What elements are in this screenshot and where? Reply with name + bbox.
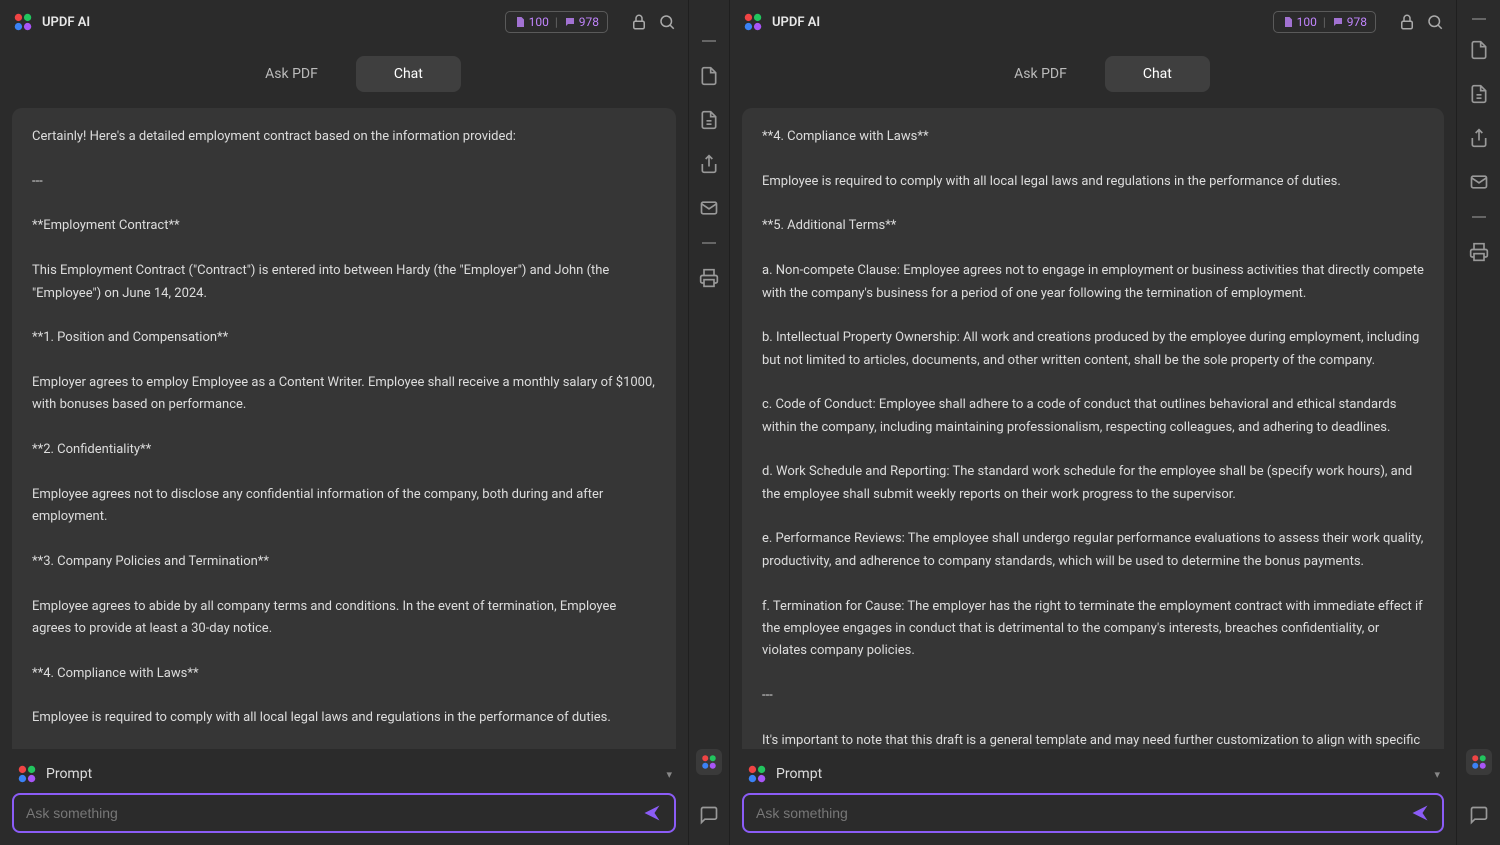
credit-file-icon: 100 [514,15,549,29]
share-icon[interactable] [1469,128,1489,148]
app-logo-icon [12,11,34,33]
collapse-handle-top[interactable] [1472,18,1486,20]
tab-chat[interactable]: Chat [1105,56,1210,92]
right-pane: UPDF AI 100 | 978 Ask PDF Chat **4. Comp… [730,0,1456,845]
input-container-left [12,793,676,833]
share-icon[interactable] [699,154,719,174]
app-title: UPDF AI [42,15,505,30]
credits-pill[interactable]: 100 | 978 [1273,11,1376,33]
input-container-right [742,793,1444,833]
send-button-right[interactable] [1410,803,1430,823]
left-pane: UPDF AI 100 | 978 Ask PDF Chat Certainly… [0,0,688,845]
prompt-label: Prompt [776,766,1426,782]
prompt-dropdown[interactable]: Prompt ▾ [742,757,1444,793]
print-icon[interactable] [699,268,719,288]
chat-input-left[interactable] [26,805,642,821]
file-icon[interactable] [1469,40,1489,60]
tabs-left: Ask PDF Chat [0,44,688,100]
tab-ask-pdf[interactable]: Ask PDF [227,56,356,92]
assistant-message-left: Certainly! Here's a detailed employment … [12,108,676,749]
credit2-value: 978 [1347,15,1367,29]
collapse-handle-mid[interactable] [1472,216,1486,218]
credits-pill[interactable]: 100 | 978 [505,11,608,33]
collapse-handle-mid[interactable] [702,242,716,244]
header-left: UPDF AI 100 | 978 [0,0,688,44]
chat-input-right[interactable] [756,805,1410,821]
tabs-right: Ask PDF Chat [730,44,1456,100]
ai-logo-button[interactable] [696,749,722,775]
chevron-down-icon: ▾ [666,768,672,781]
print-icon[interactable] [1469,242,1489,262]
mail-icon[interactable] [699,198,719,218]
credit-file-icon: 100 [1282,15,1317,29]
app-logo-icon [742,11,764,33]
prompt-label: Prompt [46,766,658,782]
tab-group: Ask PDF Chat [227,56,461,92]
collapse-handle-top[interactable] [702,40,716,42]
prompt-logo-icon [746,763,768,785]
app-title: UPDF AI [772,15,1273,30]
chevron-down-icon: ▾ [1434,768,1440,781]
credit-chat-icon: 978 [564,15,599,29]
stats-separator: | [555,15,558,29]
mid-rail [688,0,730,845]
search-icon[interactable] [1426,13,1444,31]
prompt-bar-right: Prompt ▾ [730,749,1456,845]
assistant-message-right: **4. Compliance with Laws** Employee is … [742,108,1444,749]
chat-bubble-icon[interactable] [699,805,719,825]
tab-group: Ask PDF Chat [976,56,1210,92]
prompt-logo-icon [16,763,38,785]
credit-chat-icon: 978 [1332,15,1367,29]
header-right: UPDF AI 100 | 978 [730,0,1456,44]
file-text-icon[interactable] [1469,84,1489,104]
credit1-value: 100 [529,15,549,29]
file-text-icon[interactable] [699,110,719,130]
ai-logo-button[interactable] [1466,749,1492,775]
send-button-left[interactable] [642,803,662,823]
search-icon[interactable] [658,13,676,31]
file-icon[interactable] [699,66,719,86]
tab-chat[interactable]: Chat [356,56,461,92]
lock-icon[interactable] [1398,13,1416,31]
chat-bubble-icon[interactable] [1469,805,1489,825]
right-rail [1456,0,1500,845]
tab-ask-pdf[interactable]: Ask PDF [976,56,1105,92]
stats-separator: | [1323,15,1326,29]
chat-area-right: **4. Compliance with Laws** Employee is … [730,100,1456,749]
mail-icon[interactable] [1469,172,1489,192]
prompt-bar-left: Prompt ▾ [0,749,688,845]
lock-icon[interactable] [630,13,648,31]
credit2-value: 978 [579,15,599,29]
credit1-value: 100 [1297,15,1317,29]
prompt-dropdown[interactable]: Prompt ▾ [12,757,676,793]
chat-area-left: Certainly! Here's a detailed employment … [0,100,688,749]
